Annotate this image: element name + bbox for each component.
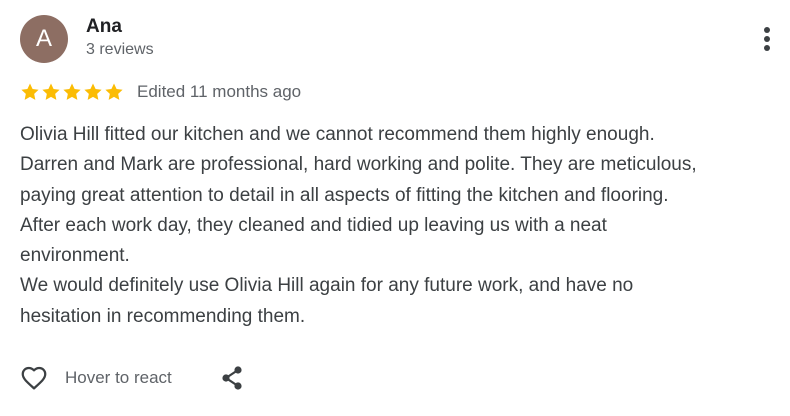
review-text-line: Olivia Hill fitted our kitchen and we ca…	[20, 124, 655, 145]
review-text-line: hesitation in recommending them.	[20, 305, 306, 327]
review-text-line: environment.	[20, 245, 130, 267]
react-label: Hover to react	[65, 368, 172, 387]
react-button[interactable]: Hover to react	[18, 363, 172, 393]
review-text: Olivia Hill fitted our kitchen and we ca…	[20, 120, 780, 332]
share-button[interactable]	[218, 363, 246, 393]
avatar-initial: A	[35, 25, 52, 52]
star-rating	[20, 82, 125, 102]
star-icon	[21, 83, 39, 100]
star-icon	[63, 83, 81, 100]
heart-icon	[21, 366, 47, 390]
star-icon	[105, 83, 123, 100]
more-options-button[interactable]	[752, 22, 782, 56]
review-text-line: After each work day, they cleaned and ti…	[20, 214, 607, 236]
share-icon	[222, 366, 242, 390]
star-icon	[42, 83, 60, 100]
author-name[interactable]: Ana	[86, 15, 122, 39]
review-card: A Ana 3 reviews Edited 11 months ago Oli…	[0, 0, 790, 416]
star-icon	[84, 83, 102, 100]
more-vert-icon	[764, 27, 770, 51]
review-actions: Hover to react	[18, 362, 246, 394]
edited-timestamp: Edited 11 months ago	[137, 82, 302, 101]
review-text-line: paying great attention to detail in all …	[20, 184, 669, 206]
review-text-line: Darren and Mark are professional, hard w…	[20, 154, 697, 176]
review-count: 3 reviews	[86, 41, 154, 58]
avatar[interactable]: A	[20, 15, 68, 63]
review-text-line: We would definitely use Olivia Hill agai…	[20, 275, 634, 297]
rating-row: Edited 11 months ago	[20, 80, 301, 104]
